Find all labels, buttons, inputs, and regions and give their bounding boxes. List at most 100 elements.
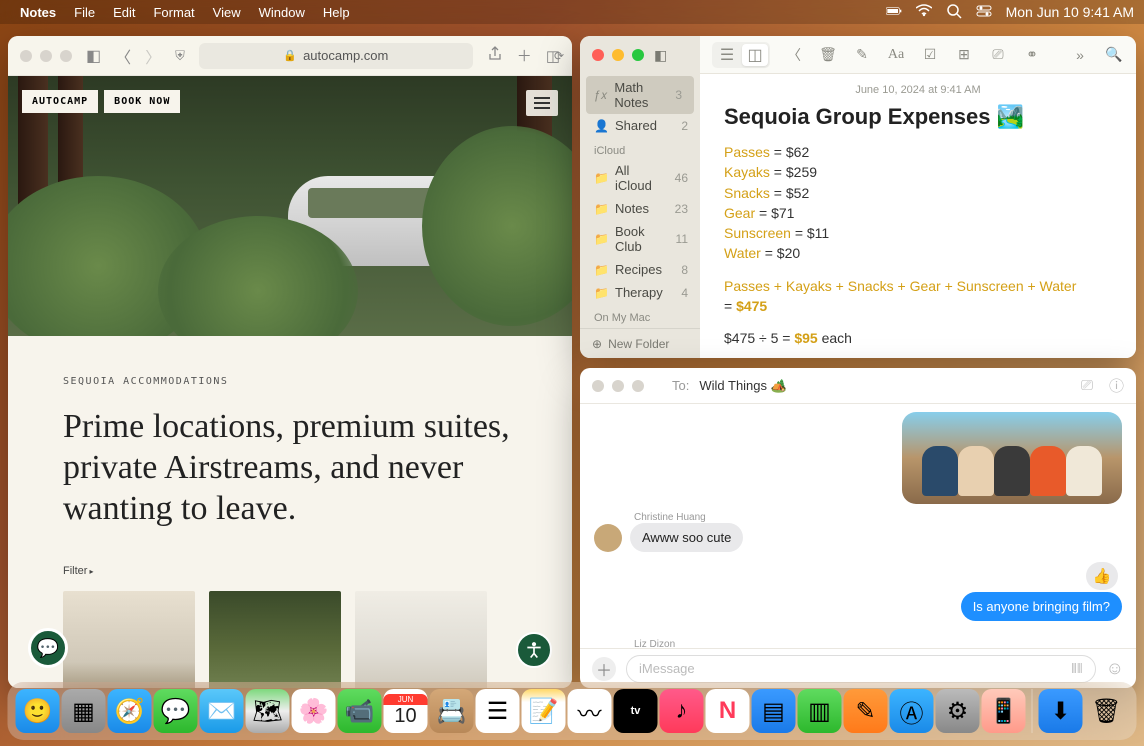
dock-mail[interactable]: ✉️ xyxy=(200,689,244,733)
new-tab-icon[interactable]: ＋ xyxy=(517,45,532,66)
dock-pages[interactable]: ✎ xyxy=(844,689,888,733)
new-folder-button[interactable]: ⊕ New Folder xyxy=(580,328,700,358)
filter-toggle[interactable]: Filter xyxy=(63,565,517,577)
link-icon[interactable]: ⚭ xyxy=(1022,46,1042,63)
accessibility-fab[interactable] xyxy=(516,632,552,668)
book-now-button[interactable]: BOOK NOW xyxy=(104,90,180,113)
message-bubble[interactable]: Awww soo cute xyxy=(630,523,743,552)
dock-iphone-mirroring[interactable]: 📱 xyxy=(982,689,1026,733)
facetime-icon[interactable]: ⎚ xyxy=(1081,377,1093,394)
accommodation-card[interactable] xyxy=(209,591,341,688)
sidebar-item-shared[interactable]: 👤 Shared 2 xyxy=(580,114,700,137)
dock-freeform[interactable]: 〰 xyxy=(568,689,612,733)
dock-settings[interactable]: ⚙ xyxy=(936,689,980,733)
checklist-icon[interactable]: ☑ xyxy=(920,46,940,63)
dock-reminders[interactable]: ☰ xyxy=(476,689,520,733)
gallery-view-icon[interactable]: ◫ xyxy=(742,44,768,66)
apps-button[interactable]: ＋ xyxy=(592,657,616,681)
avatar[interactable] xyxy=(594,524,622,552)
accommodation-card[interactable] xyxy=(355,591,487,688)
maximize-button[interactable] xyxy=(632,49,644,61)
close-button[interactable] xyxy=(20,50,32,62)
address-bar[interactable]: 🔒 autocamp.com ⟳ xyxy=(199,43,473,69)
dock-finder[interactable]: 🙂 xyxy=(16,689,60,733)
share-icon[interactable] xyxy=(487,46,503,66)
sidebar-item-math-notes[interactable]: ƒ𝑥 Math Notes 3 xyxy=(586,76,694,114)
tapback-thumbs-up[interactable]: 👍 xyxy=(1086,562,1118,590)
sidebar-item-notes[interactable]: 📁Notes23 xyxy=(580,197,700,220)
maximize-button[interactable] xyxy=(60,50,72,62)
message-input[interactable]: iMessage ⦀⦀ xyxy=(626,655,1096,683)
audio-message-icon[interactable]: ⦀⦀ xyxy=(1071,661,1082,677)
menu-file[interactable]: File xyxy=(74,5,95,20)
menu-view[interactable]: View xyxy=(213,5,241,20)
dock-maps[interactable]: 🗺 xyxy=(246,689,290,733)
minimize-button[interactable] xyxy=(40,50,52,62)
menu-format[interactable]: Format xyxy=(153,5,194,20)
close-button[interactable] xyxy=(592,380,604,392)
message-bubble-sent[interactable]: Is anyone bringing film? xyxy=(961,592,1122,621)
compose-icon[interactable]: ✎ xyxy=(852,46,872,63)
site-logo[interactable]: AUTOCAMP xyxy=(22,90,98,113)
dock-facetime[interactable]: 📹 xyxy=(338,689,382,733)
sidebar-item-book-club[interactable]: 📁Book Club11 xyxy=(580,220,700,258)
spotlight-icon[interactable] xyxy=(946,3,962,22)
back-icon[interactable]: 〈 xyxy=(784,45,804,65)
menu-edit[interactable]: Edit xyxy=(113,5,135,20)
app-menu[interactable]: Notes xyxy=(20,5,56,20)
dock-news[interactable]: N xyxy=(706,689,750,733)
minimize-button[interactable] xyxy=(612,380,624,392)
dock-notes[interactable]: 📝 xyxy=(522,689,566,733)
menubar-clock[interactable]: Mon Jun 10 9:41 AM xyxy=(1006,4,1134,20)
maximize-button[interactable] xyxy=(632,380,644,392)
dock-tv[interactable]: tv xyxy=(614,689,658,733)
dock-numbers[interactable]: ▥ xyxy=(798,689,842,733)
message-thread[interactable]: Christine Huang Awww soo cute 👍 Is anyon… xyxy=(580,404,1136,648)
more-icon[interactable]: » xyxy=(1070,47,1090,63)
sidebar-section-on-my-mac[interactable]: On My Mac xyxy=(580,304,700,326)
battery-icon[interactable] xyxy=(886,3,902,22)
dock-messages[interactable]: 💬 xyxy=(154,689,198,733)
forward-button[interactable]: 〉 xyxy=(145,44,161,68)
sidebar-toggle-icon[interactable]: ◧ xyxy=(654,47,667,64)
minimize-button[interactable] xyxy=(612,49,624,61)
menu-help[interactable]: Help xyxy=(323,5,350,20)
media-icon[interactable]: ⎚ xyxy=(988,46,1008,63)
sidebar-section-icloud[interactable]: iCloud xyxy=(580,137,700,159)
view-mode-segment[interactable]: ☰ ◫ xyxy=(712,42,770,68)
conversation-name[interactable]: Wild Things 🏕️ xyxy=(699,378,786,394)
wifi-icon[interactable] xyxy=(916,3,932,22)
dock-safari[interactable]: 🧭 xyxy=(108,689,152,733)
dock-app-store[interactable]: Ⓐ xyxy=(890,689,934,733)
trash-icon[interactable]: 🗑 xyxy=(818,46,838,63)
dock-keynote[interactable]: ▤ xyxy=(752,689,796,733)
info-icon[interactable]: ⓘ xyxy=(1109,375,1124,396)
table-icon[interactable]: ⊞ xyxy=(954,46,974,63)
sent-photo-attachment[interactable] xyxy=(902,412,1122,504)
dock-contacts[interactable]: 📇 xyxy=(430,689,474,733)
control-center-icon[interactable] xyxy=(976,3,992,22)
note-editor[interactable]: June 10, 2024 at 9:41 AM Sequoia Group E… xyxy=(700,74,1136,358)
dock-photos[interactable]: 🌸 xyxy=(292,689,336,733)
menu-button[interactable] xyxy=(526,90,558,116)
sidebar-item-all-icloud[interactable]: 📁All iCloud46 xyxy=(580,159,700,197)
emoji-picker-icon[interactable]: ☺ xyxy=(1106,658,1124,679)
reload-icon[interactable]: ⟳ xyxy=(554,49,564,63)
close-button[interactable] xyxy=(592,49,604,61)
accommodation-card[interactable] xyxy=(63,591,195,688)
sidebar-item-recipes[interactable]: 📁Recipes8 xyxy=(580,258,700,281)
sidebar-toggle-icon[interactable]: ◧ xyxy=(86,46,101,66)
dock-trash[interactable]: 🗑 xyxy=(1085,689,1129,733)
back-button[interactable]: 〈 xyxy=(115,44,131,68)
menu-window[interactable]: Window xyxy=(259,5,305,20)
dock-launchpad[interactable]: ▦ xyxy=(62,689,106,733)
dock-calendar[interactable]: JUN10 xyxy=(384,689,428,733)
sidebar-item-therapy[interactable]: 📁Therapy4 xyxy=(580,281,700,304)
privacy-icon[interactable]: ⛨ xyxy=(175,48,185,64)
search-icon[interactable]: 🔍 xyxy=(1104,46,1124,63)
list-view-icon[interactable]: ☰ xyxy=(714,44,740,66)
chat-fab[interactable]: 💬 xyxy=(28,628,68,668)
dock-downloads[interactable]: ⬇ xyxy=(1039,689,1083,733)
format-icon[interactable]: Aa xyxy=(886,47,906,63)
dock-music[interactable]: ♪ xyxy=(660,689,704,733)
